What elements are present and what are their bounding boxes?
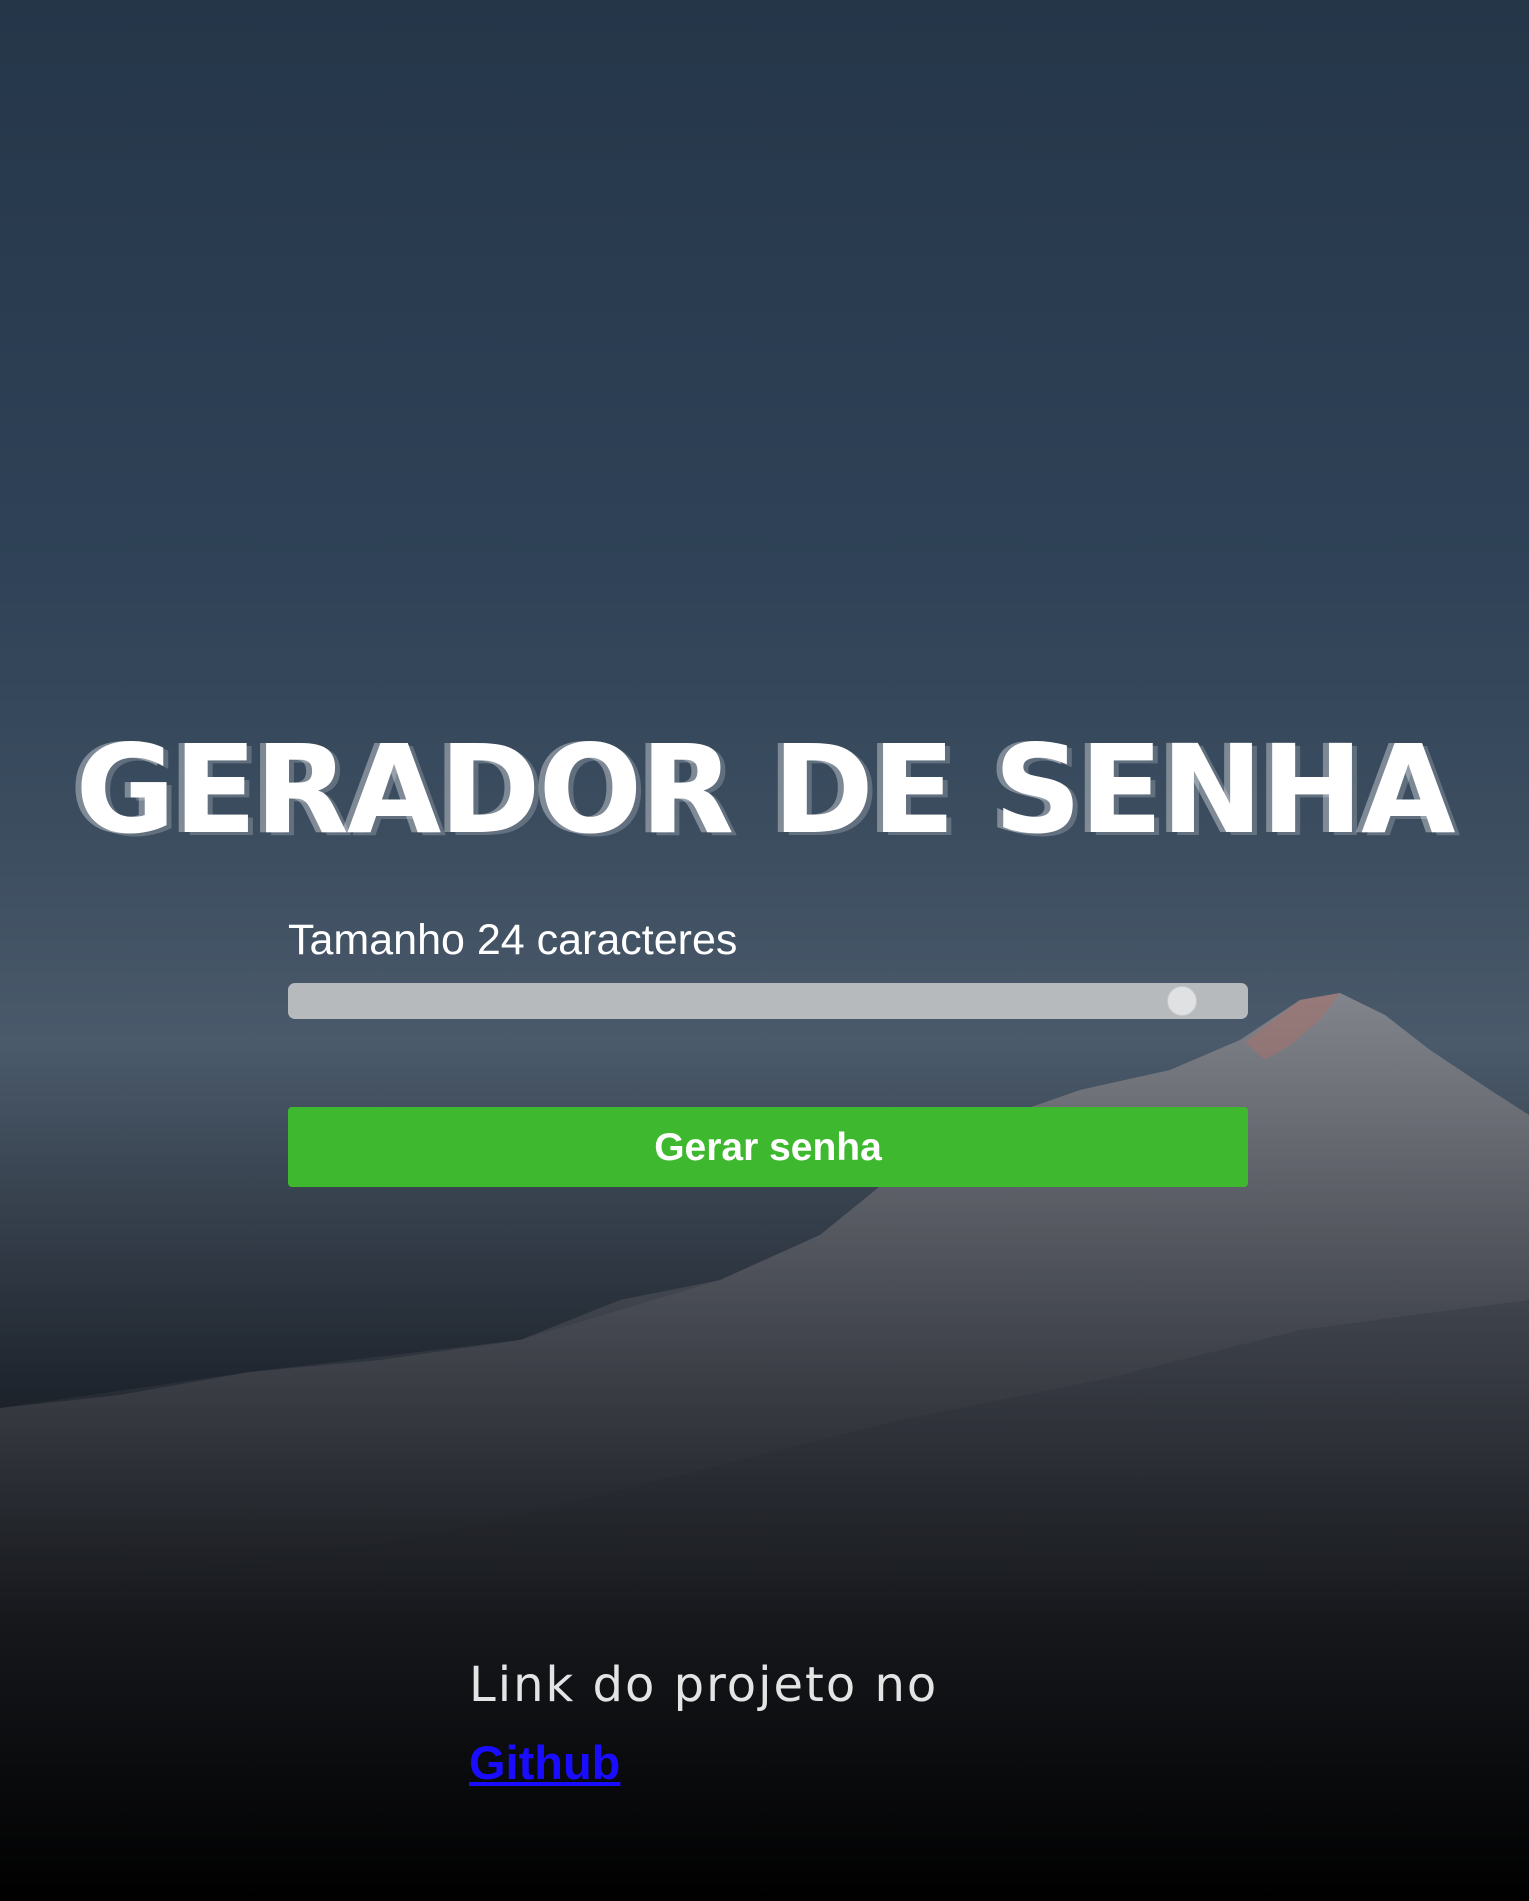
page-title: GERADOR DE SENHA [75,719,1455,861]
password-length-label: Tamanho 24 caracteres [288,916,738,964]
mountain-background [0,993,1529,1901]
generate-password-button[interactable]: Gerar senha [288,1107,1248,1187]
footer-text: Link do projeto no [469,1657,939,1713]
password-length-slider[interactable] [288,983,1248,1019]
slider-thumb[interactable] [1167,986,1198,1016]
github-link[interactable]: Github [469,1733,620,1793]
